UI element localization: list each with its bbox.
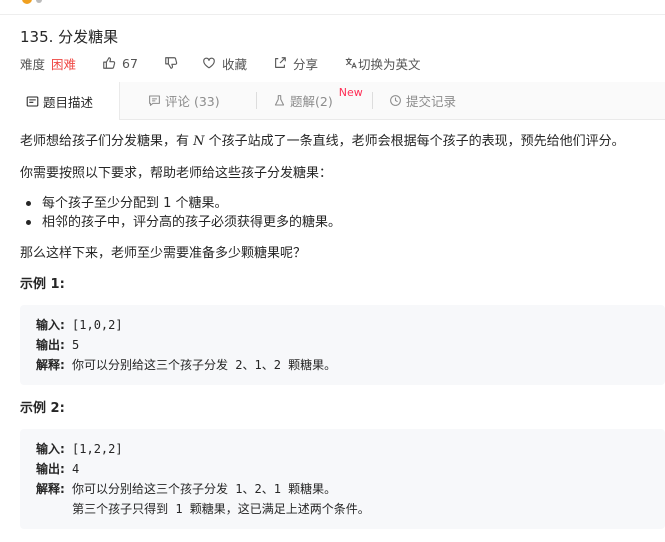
output-value: 5	[64, 338, 80, 352]
top-nav-strip	[0, 0, 665, 15]
description-icon	[26, 96, 39, 106]
output-label: 输出:	[36, 462, 65, 476]
example-input-line: 输入: [1,0,2]	[36, 315, 123, 335]
example-2-heading: 示例 2:	[20, 401, 65, 416]
share-icon	[275, 57, 286, 68]
tab-divider	[256, 92, 257, 109]
problem-title: 135. 分发糖果	[20, 28, 119, 46]
input-label: 输入:	[36, 318, 65, 332]
dislike-button[interactable]	[164, 56, 178, 70]
explain-label: 解释:	[36, 358, 65, 372]
switch-language-label: 切换为英文	[357, 56, 421, 72]
description-text: 老师想给孩子们分发糖果，有	[20, 134, 194, 149]
like-count: 67	[122, 55, 138, 71]
list-item: 每个孩子至少分配到 1 个糖果。	[20, 194, 341, 213]
tab-description-label: 题目描述	[42, 94, 93, 110]
variable-n: N	[193, 134, 205, 149]
thumbs-up-icon	[103, 57, 116, 69]
output-label: 输出:	[36, 338, 65, 352]
share-button[interactable]: 分享	[273, 54, 318, 73]
translate-icon	[345, 57, 357, 69]
problem-meta-bar: 难度 困难 67 收藏 分享 切换为英文	[20, 54, 420, 72]
switch-language-button[interactable]: 切换为英文	[344, 54, 421, 73]
example-1-block: 输入: [1,0,2] 输出: 5 解释: 你可以分别给这三个孩子分发 2、1、…	[20, 305, 665, 385]
example-2-block: 输入: [1,2,2] 输出: 4 解释: 你可以分别给这三个孩子分发 1、2、…	[20, 429, 665, 529]
nav-dot-icon	[36, 0, 42, 3]
tab-solutions-label: 题解(2)	[290, 94, 333, 109]
tab-description[interactable]: 题目描述	[0, 82, 120, 120]
new-badge: New	[338, 86, 363, 99]
logo-icon[interactable]	[22, 0, 32, 4]
rule-text: 每个孩子至少分配到 1 个糖果。	[42, 196, 228, 211]
input-value: [1,0,2]	[64, 318, 123, 332]
bullet-icon	[26, 201, 31, 206]
example-1-heading: 示例 1:	[20, 277, 65, 292]
tab-submissions[interactable]: 提交记录	[389, 82, 456, 119]
tab-solutions[interactable]: 题解(2) New	[273, 82, 363, 119]
rules-list: 每个孩子至少分配到 1 个糖果。 相邻的孩子中，评分高的孩子必须获得更多的糖果。	[20, 194, 341, 232]
explain-value: 你可以分别给这三个孩子分发 2、1、2 颗糖果。	[64, 358, 337, 372]
like-button[interactable]: 67	[102, 56, 138, 71]
tab-comments[interactable]: 评论 (33)	[148, 82, 220, 119]
example-explain-line: 解释: 你可以分别给这三个孩子分发 2、1、2 颗糖果。	[36, 355, 336, 375]
thumbs-down-icon	[165, 57, 178, 69]
difficulty-label: 难度	[20, 56, 46, 72]
explain-value: 你可以分别给这三个孩子分发 1、2、1 颗糖果。	[64, 482, 337, 496]
share-label: 分享	[292, 56, 318, 72]
example-explain-line: 解释: 你可以分别给这三个孩子分发 1、2、1 颗糖果。	[36, 479, 336, 499]
tab-bar: 题目描述 评论 (33) 题解(2) New 提交记录	[0, 82, 665, 120]
comment-icon	[149, 95, 160, 106]
output-value: 4	[64, 462, 80, 476]
input-value: [1,2,2]	[64, 442, 123, 456]
difficulty: 难度 困难	[20, 54, 76, 73]
favorite-label: 收藏	[221, 56, 247, 72]
flask-icon	[274, 95, 285, 106]
rule-text: 相邻的孩子中，评分高的孩子必须获得更多的糖果。	[42, 215, 342, 230]
tab-divider	[372, 92, 373, 109]
favorite-button[interactable]: 收藏	[202, 54, 247, 73]
list-item: 相邻的孩子中，评分高的孩子必须获得更多的糖果。	[20, 213, 341, 232]
description-paragraph-2: 你需要按照以下要求，帮助老师给这些孩子分发糖果：	[20, 166, 333, 181]
difficulty-value: 困难	[51, 56, 77, 72]
description-paragraph-3: 那么这样下来，老师至少需要准备多少颗糖果呢？	[20, 246, 307, 261]
clock-icon	[390, 95, 401, 106]
example-input-line: 输入: [1,2,2]	[36, 439, 123, 459]
bullet-icon	[26, 220, 31, 225]
example-explain-extra: 第三个孩子只得到 1 颗糖果，这已满足上述两个条件。	[36, 502, 370, 516]
input-label: 输入:	[36, 442, 65, 456]
example-output-line: 输出: 5	[36, 335, 79, 355]
tab-submissions-label: 提交记录	[406, 94, 457, 109]
tab-comments-label: 评论 (33)	[165, 94, 220, 109]
description-text: 个孩子站成了一条直线，老师会根据每个孩子的表现，预先给他们评分。	[204, 134, 625, 149]
description-paragraph-1: 老师想给孩子们分发糖果，有 N 个孩子站成了一条直线，老师会根据每个孩子的表现，…	[20, 132, 625, 152]
example-output-line: 输出: 4	[36, 459, 79, 479]
heart-icon	[203, 57, 215, 69]
explain-label: 解释:	[36, 482, 65, 496]
